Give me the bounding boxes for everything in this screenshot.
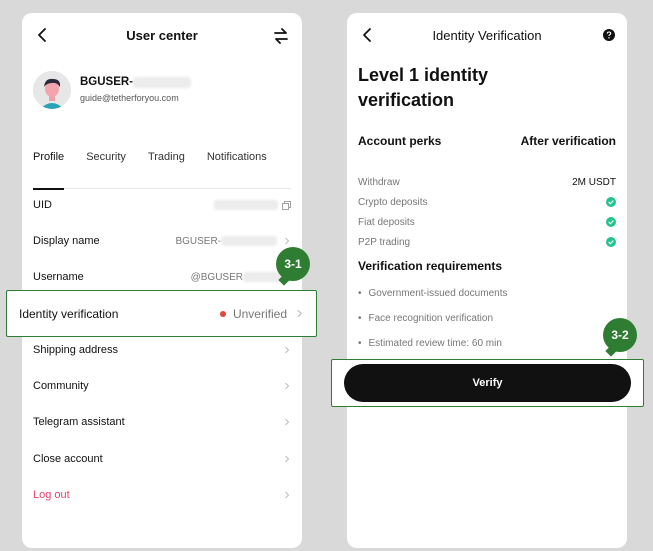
page-title: Identity Verification	[432, 28, 542, 43]
perk-row-crypto-deposits: Crypto deposits	[358, 195, 616, 209]
step-badge: 3-1	[276, 247, 310, 281]
back-icon[interactable]	[359, 26, 377, 44]
masked-text	[133, 76, 192, 88]
level-title: Level 1 identity verification	[358, 65, 489, 110]
tab-security[interactable]: Security	[86, 151, 126, 189]
chevron-right-icon	[297, 309, 302, 318]
header: Identity Verification	[347, 13, 627, 58]
community-row[interactable]: Community	[33, 368, 291, 404]
identity-verification-screen: Identity Verification Level 1 identity v…	[347, 13, 627, 548]
perk-row-fiat-deposits: Fiat deposits	[358, 215, 616, 229]
logout-row[interactable]: Log out	[33, 477, 291, 513]
status-dot-icon	[219, 310, 226, 317]
profile-section: BGUSER- guide@tetherforyou.com	[33, 71, 291, 115]
requirements-heading: Verification requirements	[358, 259, 503, 273]
copy-icon[interactable]	[282, 200, 291, 210]
chevron-right-icon	[285, 491, 290, 499]
perk-row-withdraw: Withdraw 2M USDT	[358, 176, 616, 188]
avatar	[33, 71, 71, 109]
masked-text	[221, 236, 277, 246]
uid-row: UID	[33, 187, 291, 223]
logout-link[interactable]: Log out	[33, 489, 70, 501]
page-title: User center	[126, 28, 198, 43]
masked-uid	[214, 200, 278, 210]
close-account-row[interactable]: Close account	[33, 441, 291, 477]
back-icon[interactable]	[34, 26, 52, 44]
chevron-right-icon	[285, 418, 290, 426]
check-icon	[606, 217, 616, 227]
check-icon	[606, 197, 616, 207]
verification-status: Unverified	[219, 307, 304, 321]
identity-verification-label: Identity verification	[19, 306, 119, 321]
tab-notifications[interactable]: Notifications	[207, 151, 267, 189]
requirement-item: • Face recognition verification	[358, 313, 494, 324]
check-icon	[606, 237, 616, 247]
perk-row-p2p-trading: P2P trading	[358, 235, 616, 249]
telegram-assistant-row[interactable]: Telegram assistant	[33, 404, 291, 440]
display-name-row[interactable]: Display name BGUSER-	[33, 223, 291, 259]
user-center-screen: User center BGUSER- guide@tetherforyou.c…	[22, 13, 302, 548]
chevron-right-icon	[285, 346, 290, 354]
requirement-item: • Government-issued documents	[358, 288, 508, 299]
perks-header: Account perks After verification	[358, 134, 616, 148]
swap-icon[interactable]	[272, 27, 290, 45]
username-display: BGUSER-	[80, 76, 192, 88]
verify-highlight: Verify	[331, 359, 644, 407]
tab-profile[interactable]: Profile	[33, 151, 65, 190]
step-badge: 3-2	[603, 318, 637, 352]
profile-tabs: Profile Security Trading Notifications	[33, 151, 291, 190]
header: User center	[22, 13, 302, 58]
help-icon[interactable]	[603, 29, 615, 41]
chevron-right-icon	[285, 455, 290, 463]
email-text: guide@tetherforyou.com	[80, 93, 179, 103]
shipping-address-row[interactable]: Shipping address	[33, 332, 291, 368]
chevron-right-icon	[285, 237, 290, 245]
identity-verification-row[interactable]: Identity verification Unverified	[6, 290, 317, 337]
requirement-item: • Estimated review time: 60 min	[358, 338, 502, 349]
chevron-right-icon	[285, 382, 290, 390]
tab-trading[interactable]: Trading	[148, 151, 185, 189]
verify-button[interactable]: Verify	[344, 364, 631, 402]
